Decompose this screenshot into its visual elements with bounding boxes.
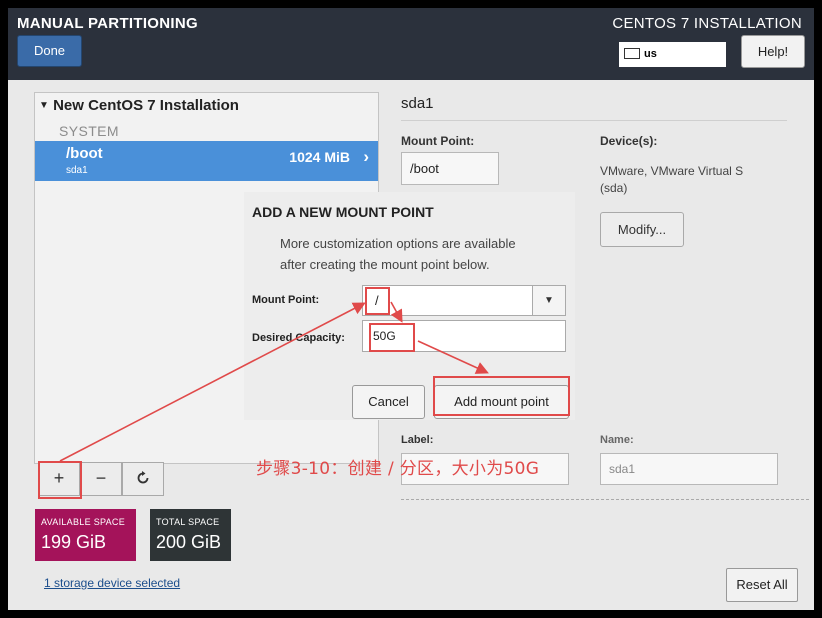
arrow-capacity-to-add [417,340,489,374]
installer-screen: MANUAL PARTITIONING CENTOS 7 INSTALLATIO… [8,8,814,610]
arrow-mount-to-capacity [390,301,403,323]
arrow-add-to-mount [59,302,366,462]
annotation-arrows [59,301,489,462]
annotation-text: 步骤3-10：创建 / 分区，大小为50G [256,459,540,479]
